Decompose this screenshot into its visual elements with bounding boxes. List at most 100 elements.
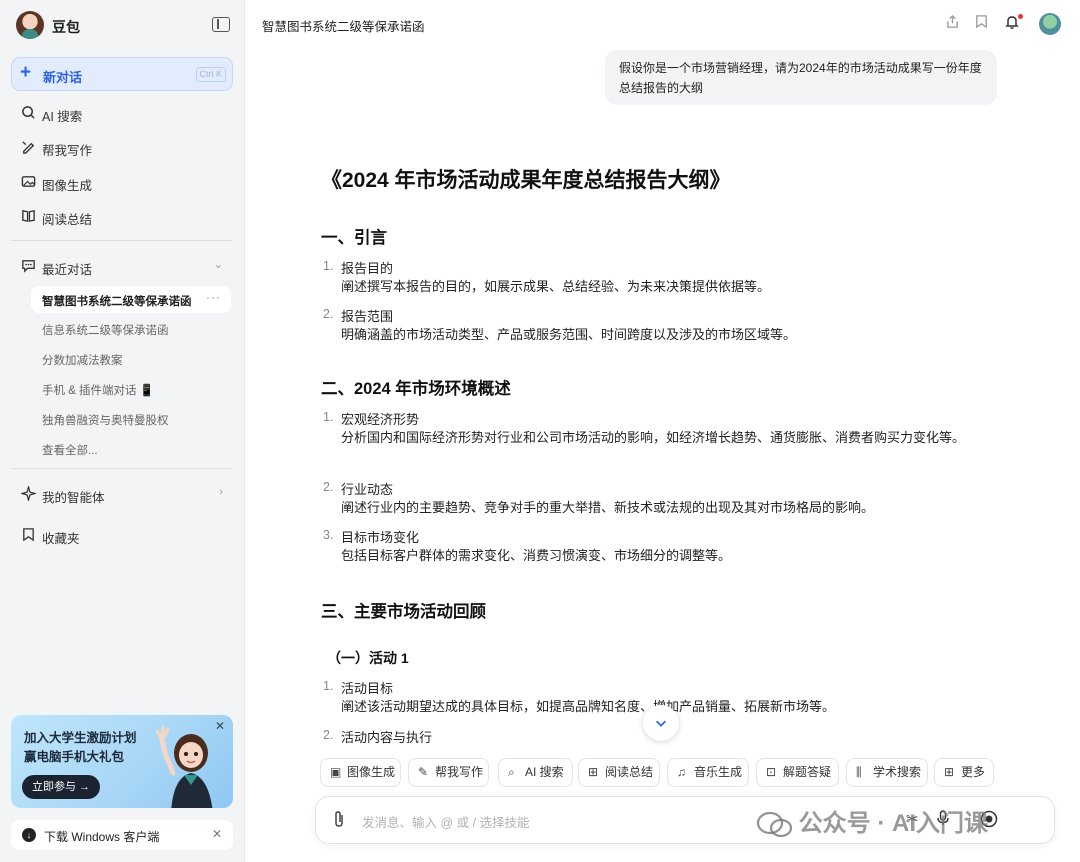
sidebar-item-favorites[interactable]: 收藏夹 <box>11 520 233 550</box>
sidebar-item-image-gen[interactable]: 图像生成 <box>11 167 233 197</box>
notification-dot <box>1018 14 1023 19</box>
chat-bubble-icon <box>20 258 36 274</box>
sidebar-header: 豆包 <box>0 0 245 52</box>
bookmark-add-icon[interactable] <box>972 14 990 32</box>
download-label: 下载 Windows 客户端 <box>44 830 160 844</box>
new-chat-button[interactable]: + 新对话 Ctrl K <box>11 57 233 91</box>
list-item-title: 活动目标 <box>341 681 394 696</box>
close-icon[interactable]: ✕ <box>212 827 222 841</box>
ai-search-icon <box>20 105 36 121</box>
skill-label: 帮我写作 <box>435 765 484 779</box>
skill-label: AI 搜索 <box>525 765 564 779</box>
sidebar: 豆包 + 新对话 Ctrl K AI 搜索 帮我写作 图像生成 阅读总结 最近对… <box>0 0 245 862</box>
promo-banner[interactable]: 加入大学生激励计划 赢电脑手机大礼包 立即参与 → ✕ <box>11 715 233 808</box>
recent-chat-item[interactable]: 分数加减法教案 <box>31 345 231 372</box>
skill-academic[interactable]: ⫼ 学术搜索 <box>846 758 928 787</box>
book-icon <box>20 208 36 224</box>
list-number: 2. <box>323 480 334 494</box>
list-number: 1. <box>323 410 334 424</box>
image-icon <box>20 174 36 190</box>
skill-more[interactable]: ⊞ 更多 <box>934 758 994 787</box>
recent-chat-item[interactable]: 智慧图书系统二级等保承诺函 ··· <box>31 286 231 313</box>
promo-title: 加入大学生激励计划 <box>24 731 137 745</box>
recent-chat-label: 手机 & 插件端对话 📱 <box>42 385 155 397</box>
list-number: 3. <box>323 528 334 542</box>
mascot-figure-icon <box>155 725 213 808</box>
image-icon: ▣ <box>330 765 342 779</box>
sidebar-item-label: AI 搜索 <box>42 110 83 124</box>
main-panel: 智慧图书系统二级等保承诺函 假设你是一个市场营销经理，请为2024年的市场活动成… <box>245 0 1080 862</box>
conversation-title: 智慧图书系统二级等保承诺函 <box>262 20 425 34</box>
download-client-button[interactable]: ↓ 下载 Windows 客户端 ✕ <box>11 820 233 850</box>
recent-chats-header[interactable]: 最近对话 ⌄ <box>11 251 233 281</box>
promo-join-button[interactable]: 立即参与 → <box>22 775 101 799</box>
scroll-to-bottom-button[interactable] <box>643 705 679 741</box>
sidebar-divider <box>11 240 233 241</box>
promo-subtitle: 赢电脑手机大礼包 <box>24 750 125 764</box>
view-all-link[interactable]: 查看全部... <box>31 435 231 462</box>
list-number: 2. <box>323 307 334 321</box>
recent-chat-label: 智慧图书系统二级等保承诺函 <box>42 296 192 308</box>
skill-label: 解题答疑 <box>783 765 832 779</box>
recent-chat-item[interactable]: 手机 & 插件端对话 📱 <box>31 375 231 402</box>
recent-chat-label: 分数加减法教案 <box>42 355 123 367</box>
list-item-desc: 包括目标客户群体的需求变化、消费习惯演变、市场细分的调整等。 <box>341 548 732 563</box>
book-icon: ⊞ <box>588 765 599 779</box>
shortcut-badge: Ctrl K <box>195 67 226 82</box>
skill-music[interactable]: ♫ 音乐生成 <box>667 758 749 787</box>
attach-icon[interactable] <box>332 810 346 833</box>
recent-chat-item[interactable]: 独角兽融资与奥特曼股权 <box>31 405 231 432</box>
music-icon: ♫ <box>677 765 686 779</box>
chevron-right-icon: › <box>219 486 223 498</box>
skill-label: 更多 <box>961 765 986 779</box>
list-item-desc: 分析国内和国际经济形势对行业和公司市场活动的影响，如经济增长趋势、通货膨胀、消费… <box>341 430 966 445</box>
list-number: 2. <box>323 728 334 742</box>
skill-ai-search[interactable]: ⌕ AI 搜索 <box>498 758 573 787</box>
sidebar-item-reading[interactable]: 阅读总结 <box>11 201 233 231</box>
collapse-sidebar-icon[interactable] <box>212 17 230 32</box>
chevron-down-icon[interactable]: ⌄ <box>214 258 223 271</box>
grid-icon: ⊞ <box>944 765 955 779</box>
sidebar-item-label: 阅读总结 <box>42 213 93 227</box>
doubao-avatar[interactable] <box>16 11 44 39</box>
section-heading: 三、主要市场活动回顾 <box>321 603 486 621</box>
plus-icon: + <box>20 62 32 83</box>
more-options-icon[interactable]: ··· <box>206 290 221 304</box>
sidebar-item-label: 图像生成 <box>42 179 93 193</box>
skill-image-gen[interactable]: ▣ 图像生成 <box>320 758 401 787</box>
watermark-text: 公众号 · AI入门课 <box>798 810 988 837</box>
list-item-title: 报告目的 <box>341 261 394 276</box>
list-item-desc: 阐述行业内的主要趋势、竞争对手的重大举措、新技术或法规的出现及其对市场格局的影响… <box>341 500 875 515</box>
list-item-title: 行业动态 <box>341 482 394 497</box>
sidebar-item-label: 帮我写作 <box>42 144 93 158</box>
skill-writing[interactable]: ✎ 帮我写作 <box>408 758 489 787</box>
sidebar-item-writing[interactable]: 帮我写作 <box>11 132 233 162</box>
list-item-desc: 明确涵盖的市场活动类型、产品或服务范围、时间跨度以及涉及的市场区域等。 <box>341 327 797 342</box>
app-name: 豆包 <box>52 19 80 35</box>
pen-icon <box>20 139 36 155</box>
list-item-desc: 阐述撰写本报告的目的，如展示成果、总结经验、为未来决策提供依据等。 <box>341 279 771 294</box>
sidebar-item-label: 收藏夹 <box>42 532 80 546</box>
pen-icon: ✎ <box>418 765 429 779</box>
skill-label: 学术搜索 <box>873 765 922 779</box>
wechat-icon <box>756 811 793 837</box>
sidebar-item-ai-search[interactable]: AI 搜索 <box>11 98 233 128</box>
user-avatar[interactable] <box>1039 13 1061 35</box>
sidebar-item-agents[interactable]: 我的智能体 › <box>11 479 233 509</box>
share-icon[interactable] <box>943 14 961 32</box>
skill-label: 图像生成 <box>347 765 396 779</box>
view-all-label: 查看全部... <box>42 445 98 457</box>
list-number: 1. <box>323 679 334 693</box>
message-placeholder: 发消息、输入 @ 或 / 选择技能 <box>362 816 530 830</box>
section-heading: 二、2024 年市场环境概述 <box>321 380 511 398</box>
user-message-bubble: 假设你是一个市场营销经理，请为2024年的市场活动成果写一份年度总结报告的大纲 <box>605 50 997 105</box>
recent-chats-label: 最近对话 <box>42 263 93 277</box>
skill-reading[interactable]: ⊞ 阅读总结 <box>578 758 660 787</box>
skill-solve[interactable]: ⊡ 解题答疑 <box>756 758 839 787</box>
topbar: 智慧图书系统二级等保承诺函 <box>245 0 1080 48</box>
sidebar-divider <box>11 468 233 469</box>
recent-chat-label: 独角兽融资与奥特曼股权 <box>42 415 169 427</box>
skill-label: 音乐生成 <box>694 765 743 779</box>
recent-chat-item[interactable]: 信息系统二级等保承诺函 <box>31 315 231 342</box>
solve-icon: ⊡ <box>766 765 777 779</box>
